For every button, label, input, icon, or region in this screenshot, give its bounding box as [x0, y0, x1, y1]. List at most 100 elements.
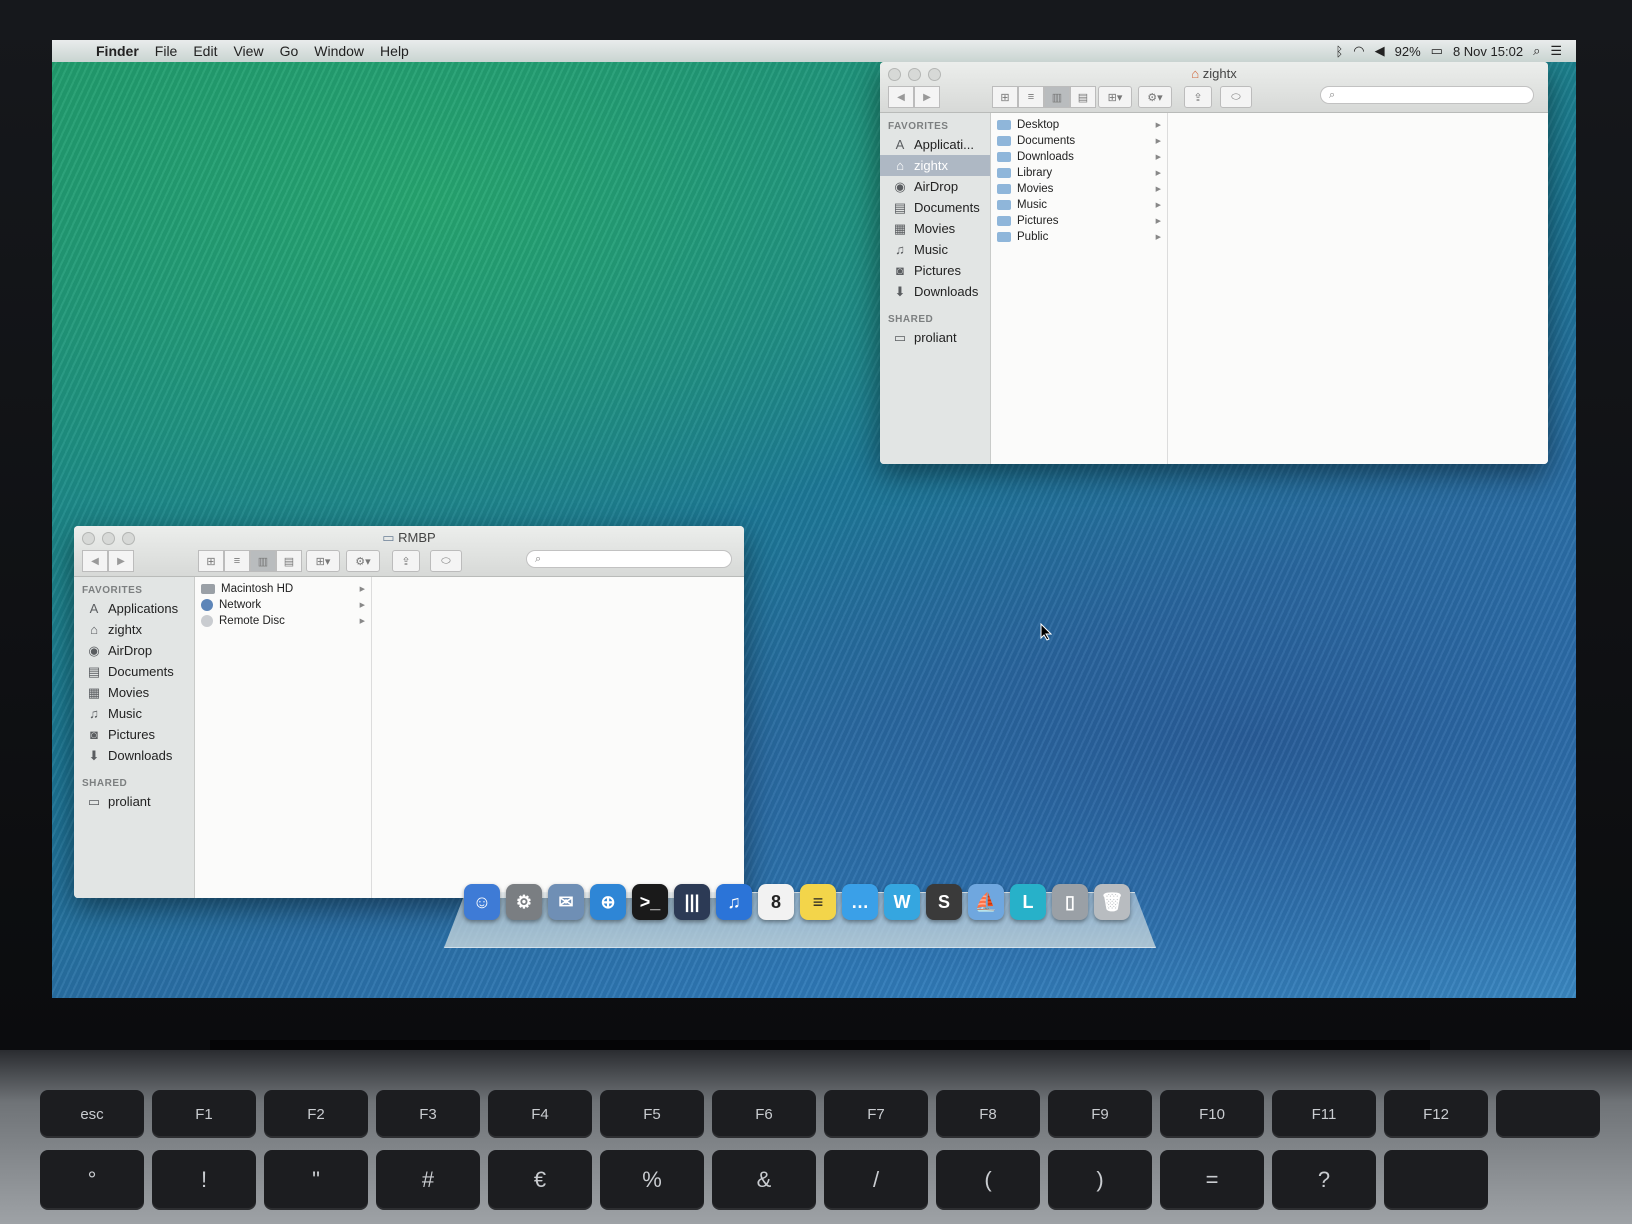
forward-button[interactable]: ▶: [108, 550, 134, 572]
sidebar-item-home[interactable]: ⌂ zightx: [74, 619, 194, 640]
arrange-button[interactable]: ⊞▾: [1098, 86, 1132, 108]
menu-help[interactable]: Help: [372, 43, 417, 59]
menu-window[interactable]: Window: [306, 43, 372, 59]
sidebar-item-pictures[interactable]: ◙ Pictures: [880, 260, 990, 281]
key-f12[interactable]: F12: [1384, 1090, 1488, 1138]
key-f10[interactable]: F10: [1160, 1090, 1264, 1138]
key-power[interactable]: [1496, 1090, 1600, 1138]
key-number-row-11[interactable]: ?: [1272, 1150, 1376, 1210]
messages-dock-icon[interactable]: …: [842, 884, 878, 920]
itunes-dock-icon[interactable]: ♫: [716, 884, 752, 920]
mixer-dock-icon[interactable]: |||: [674, 884, 710, 920]
clock[interactable]: 8 Nov 15:02: [1453, 44, 1523, 59]
sidebar-item-downloads[interactable]: ⬇ Downloads: [74, 745, 194, 766]
key-f8[interactable]: F8: [936, 1090, 1040, 1138]
menu-go[interactable]: Go: [272, 43, 307, 59]
mail-dock-icon[interactable]: ✉: [548, 884, 584, 920]
key-f5[interactable]: F5: [600, 1090, 704, 1138]
action-gear-button[interactable]: ⚙▾: [346, 550, 380, 572]
share-button[interactable]: ⇪: [392, 550, 420, 572]
key-number-row-8[interactable]: (: [936, 1150, 1040, 1210]
back-button[interactable]: ◀: [82, 550, 108, 572]
terminal-dock-icon[interactable]: >_: [632, 884, 668, 920]
key-number-row-6[interactable]: &: [712, 1150, 816, 1210]
list-item[interactable]: Pictures ▶: [991, 213, 1167, 229]
list-item[interactable]: Network ▶: [195, 597, 371, 613]
search-input[interactable]: ⌕: [1320, 86, 1534, 104]
key-number-row-4[interactable]: €: [488, 1150, 592, 1210]
sidebar-item-airdrop[interactable]: ◉ AirDrop: [880, 176, 990, 197]
bluetooth-icon[interactable]: ᛒ: [1335, 44, 1343, 59]
spotlight-icon[interactable]: ⌕: [1533, 43, 1540, 59]
search-input[interactable]: ⌕: [526, 550, 732, 568]
menu-file[interactable]: File: [147, 43, 186, 59]
lync-dock-icon[interactable]: L: [1010, 884, 1046, 920]
forward-button[interactable]: ▶: [914, 86, 940, 108]
list-item[interactable]: Macintosh HD ▶: [195, 581, 371, 597]
sidebar-item-pictures[interactable]: ◙ Pictures: [74, 724, 194, 745]
key-f4[interactable]: F4: [488, 1090, 592, 1138]
sidebar-item-applications[interactable]: A Applicati...: [880, 134, 990, 155]
sidebar-item-movies[interactable]: ▦ Movies: [74, 682, 194, 703]
safari-dock-icon[interactable]: ⊕: [590, 884, 626, 920]
sidebar-item-proliant[interactable]: ▭ proliant: [880, 327, 990, 348]
arrange-button[interactable]: ⊞▾: [306, 550, 340, 572]
word-dock-icon[interactable]: W: [884, 884, 920, 920]
boat-dock-icon[interactable]: ⛵: [968, 884, 1004, 920]
column-view-button[interactable]: ▥: [250, 550, 276, 572]
sidebar-item-music[interactable]: ♫ Music: [74, 703, 194, 724]
key-number-row-9[interactable]: ): [1048, 1150, 1152, 1210]
menu-view[interactable]: View: [225, 43, 271, 59]
sublime-text-dock-icon[interactable]: S: [926, 884, 962, 920]
key-esc[interactable]: esc: [40, 1090, 144, 1138]
sidebar-item-movies[interactable]: ▦ Movies: [880, 218, 990, 239]
key-number-row-1[interactable]: !: [152, 1150, 256, 1210]
sidebar-item-downloads[interactable]: ⬇ Downloads: [880, 281, 990, 302]
list-item[interactable]: Documents ▶: [991, 133, 1167, 149]
system-preferences-dock-icon[interactable]: ⚙: [506, 884, 542, 920]
volume-icon[interactable]: ◀: [1375, 43, 1385, 59]
icon-view-button[interactable]: ⊞: [992, 86, 1018, 108]
key-f7[interactable]: F7: [824, 1090, 928, 1138]
key-number-row-3[interactable]: #: [376, 1150, 480, 1210]
key-number-row-12[interactable]: [1384, 1150, 1488, 1210]
key-number-row-2[interactable]: ": [264, 1150, 368, 1210]
sidebar-item-proliant[interactable]: ▭ proliant: [74, 791, 194, 812]
key-number-row-10[interactable]: =: [1160, 1150, 1264, 1210]
sidebar-item-applications[interactable]: A Applications: [74, 598, 194, 619]
icon-view-button[interactable]: ⊞: [198, 550, 224, 572]
key-f11[interactable]: F11: [1272, 1090, 1376, 1138]
notification-center-icon[interactable]: ☰: [1550, 43, 1562, 59]
key-number-row-5[interactable]: %: [600, 1150, 704, 1210]
sidebar-item-music[interactable]: ♫ Music: [880, 239, 990, 260]
sidebar-item-documents[interactable]: ▤ Documents: [880, 197, 990, 218]
key-number-row-0[interactable]: °: [40, 1150, 144, 1210]
list-item[interactable]: Downloads ▶: [991, 149, 1167, 165]
key-f2[interactable]: F2: [264, 1090, 368, 1138]
stickies-dock-icon[interactable]: ≡: [800, 884, 836, 920]
list-item[interactable]: Movies ▶: [991, 181, 1167, 197]
list-item[interactable]: Library ▶: [991, 165, 1167, 181]
key-f3[interactable]: F3: [376, 1090, 480, 1138]
coverflow-view-button[interactable]: ▤: [276, 550, 302, 572]
sidebar-item-documents[interactable]: ▤ Documents: [74, 661, 194, 682]
finder-dock-icon[interactable]: ☺: [464, 884, 500, 920]
list-item[interactable]: Public ▶: [991, 229, 1167, 245]
key-number-row-7[interactable]: /: [824, 1150, 928, 1210]
battery-percentage[interactable]: 92%: [1395, 44, 1421, 59]
tags-button[interactable]: ⬭: [1220, 86, 1252, 108]
list-item[interactable]: Desktop ▶: [991, 117, 1167, 133]
share-button[interactable]: ⇪: [1184, 86, 1212, 108]
tags-button[interactable]: ⬭: [430, 550, 462, 572]
trash-dock-icon[interactable]: 🗑: [1094, 884, 1130, 920]
list-view-button[interactable]: ≡: [1018, 86, 1044, 108]
coverflow-view-button[interactable]: ▤: [1070, 86, 1096, 108]
key-f6[interactable]: F6: [712, 1090, 816, 1138]
list-view-button[interactable]: ≡: [224, 550, 250, 572]
column-view-button[interactable]: ▥: [1044, 86, 1070, 108]
key-f9[interactable]: F9: [1048, 1090, 1152, 1138]
menu-finder[interactable]: Finder: [88, 43, 147, 59]
list-item[interactable]: Remote Disc ▶: [195, 613, 371, 629]
calendar-dock-icon[interactable]: 8: [758, 884, 794, 920]
sidebar-item-home[interactable]: ⌂ zightx: [880, 155, 990, 176]
